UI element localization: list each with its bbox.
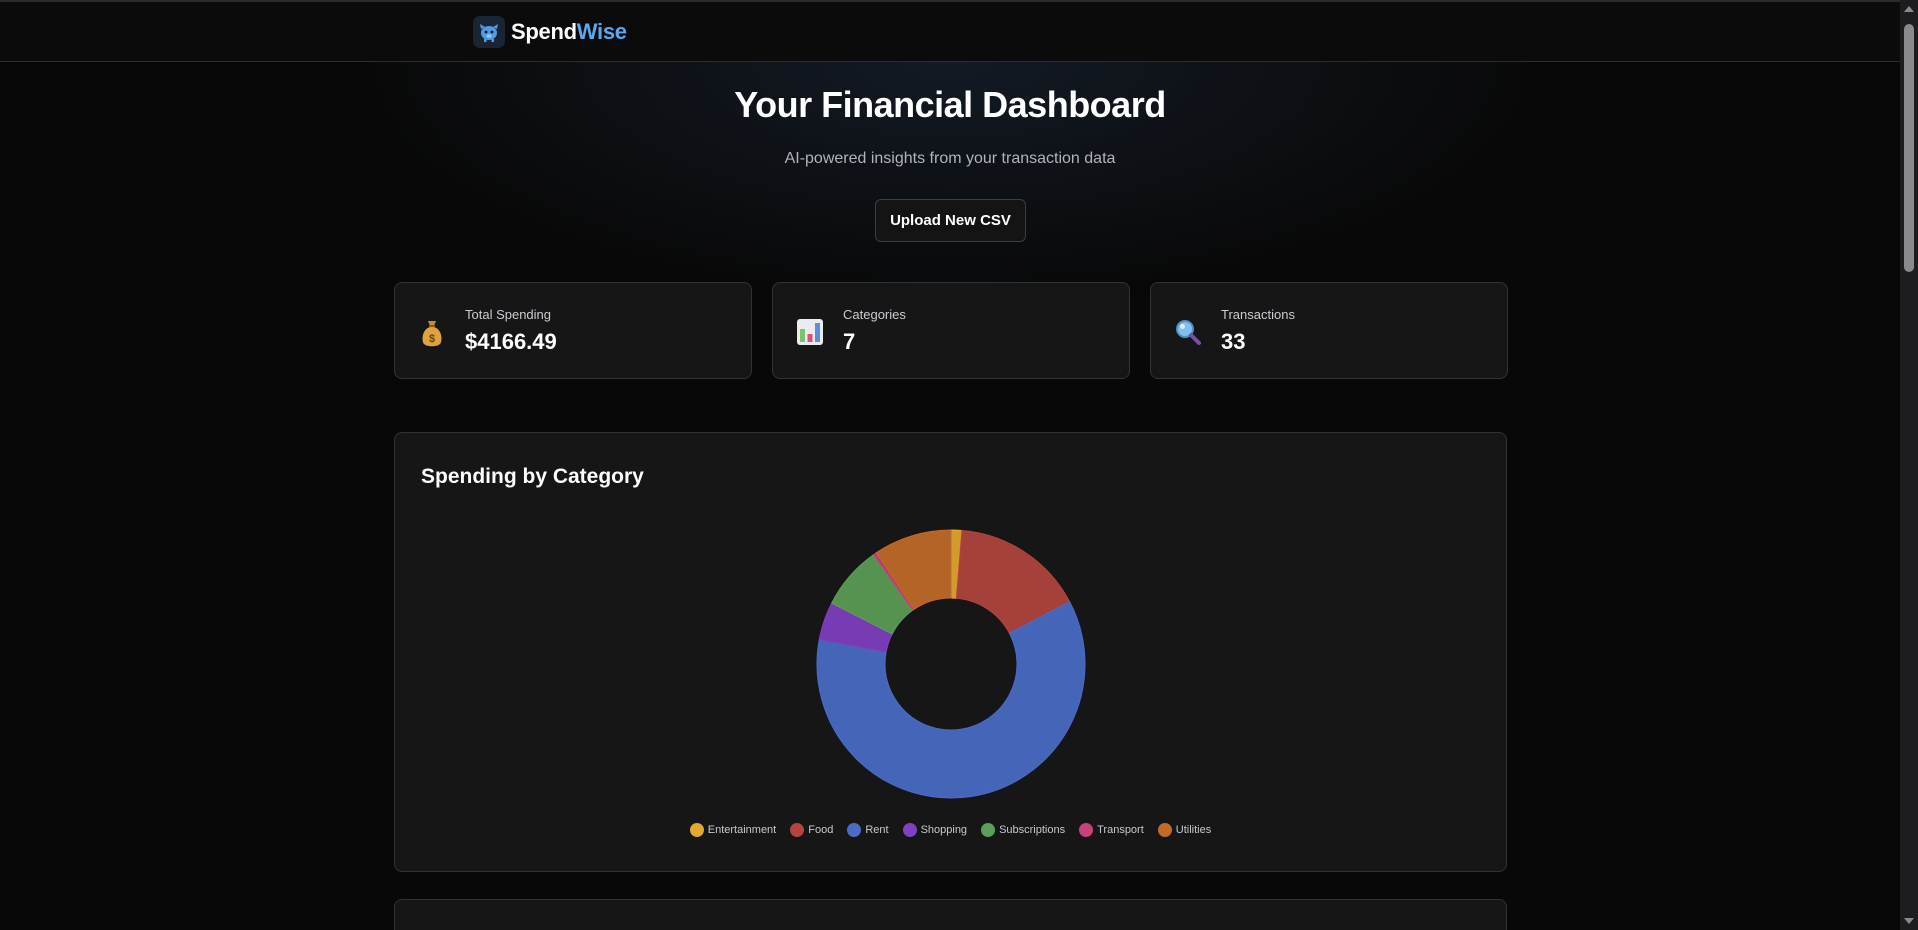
stat-value: 7 [843,329,856,354]
brand-name: SpendWise [511,19,627,45]
scroll-down-arrow-icon[interactable] [1904,918,1914,924]
stat-card-total-spending: $ Total Spending $4166.49 [394,282,752,379]
vertical-scrollbar[interactable] [1900,0,1918,930]
legend-label: Rent [865,824,889,836]
page-title: Your Financial Dashboard [734,84,1166,125]
stat-value: $4166.49 [465,329,557,354]
page-subtitle: AI-powered insights from your transactio… [784,150,1116,167]
legend-label: Food [808,824,834,836]
next-section-card [394,899,1507,930]
legend-swatch [1079,823,1094,837]
legend-item-rent[interactable]: Rent [847,823,889,837]
brand-name-part1: Spend [511,19,577,44]
upload-csv-button[interactable]: Upload New CSV [875,199,1026,242]
legend-label: Entertainment [707,824,777,836]
stat-card-categories: Categories 7 [772,282,1130,379]
brand-logo-link[interactable]: SpendWise [473,16,627,48]
bar-chart-icon [797,317,823,347]
legend-swatch [790,823,805,837]
legend-label: Utilities [1175,824,1212,836]
stat-label: Total Spending [465,307,552,322]
legend-item-utilities[interactable]: Utilities [1157,823,1212,837]
scroll-up-arrow-icon[interactable] [1904,6,1914,12]
stat-value: 33 [1221,329,1246,354]
legend-label: Subscriptions [999,824,1066,836]
legend-item-subscriptions[interactable]: Subscriptions [981,823,1065,837]
legend-item-shopping[interactable]: Shopping [902,823,968,837]
legend-item-entertainment[interactable]: Entertainment [689,823,777,837]
navbar: SpendWise [0,2,1900,62]
legend-swatch [847,823,862,837]
legend-swatch [1157,823,1172,837]
legend-swatch [902,823,917,837]
magnifier-icon [1175,317,1201,347]
spending-chart-card: Spending by Category Entertainment Food Re… [394,432,1507,872]
legend-swatch [689,823,704,837]
stat-label: Categories [843,307,906,322]
donut-chart [816,529,1086,799]
chart-title: Spending by Category [421,465,644,488]
money-bag-icon: $ [419,317,445,347]
legend-item-food[interactable]: Food [790,823,833,837]
svg-text:$: $ [429,333,435,345]
legend-label: Transport [1097,824,1144,836]
scrollbar-thumb[interactable] [1904,24,1914,272]
stat-label: Transactions [1221,307,1295,322]
legend-swatch [981,823,996,837]
legend-item-transport[interactable]: Transport [1079,823,1144,837]
stat-card-transactions: Transactions 33 [1150,282,1508,379]
piggy-bank-icon [473,16,505,48]
brand-name-part2: Wise [576,19,627,44]
chart-legend: Entertainment Food Rent Shopping Subscriptio… [395,823,1506,837]
legend-label: Shopping [920,824,968,836]
